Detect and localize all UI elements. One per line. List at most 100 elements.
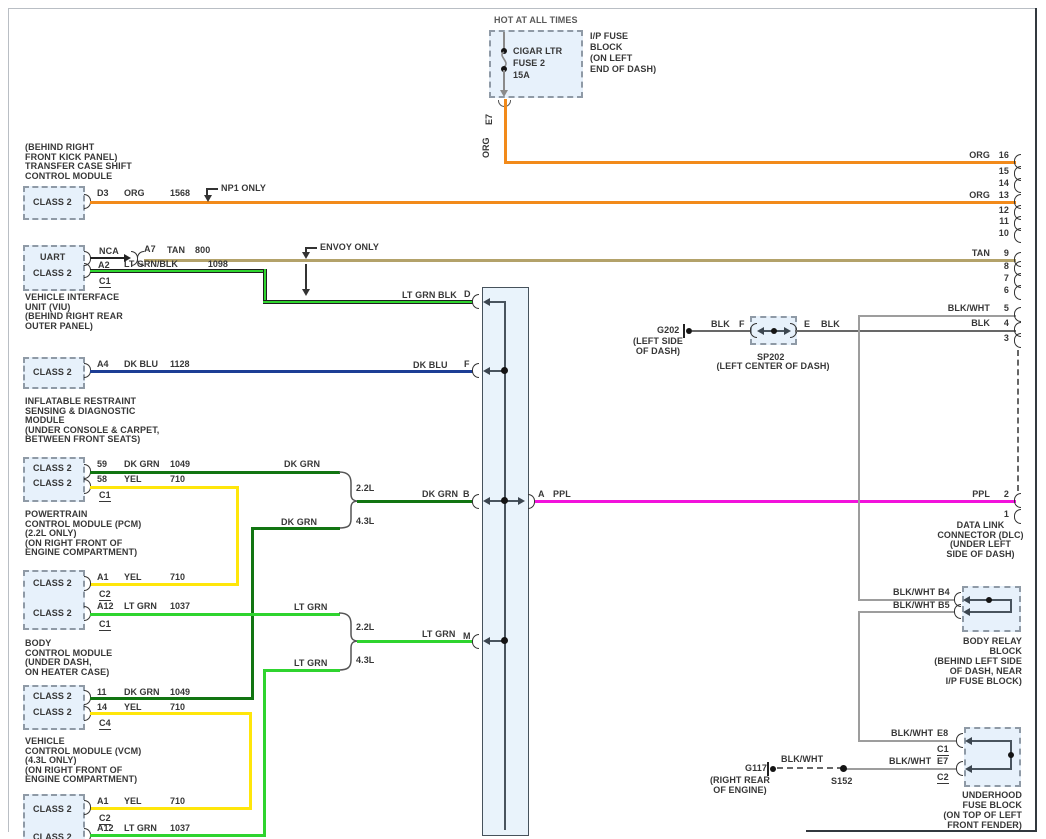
pcm-module-label: POWERTRAIN CONTROL MODULE (PCM) (2.2L ON… bbox=[25, 510, 141, 558]
envoy-flag-tick bbox=[305, 247, 317, 249]
dlc-pin-number: 1 bbox=[993, 509, 1009, 520]
dlc-pin-number: 15 bbox=[993, 166, 1009, 177]
variant-43l-label: 4.3L bbox=[356, 516, 374, 527]
np1-only-label: NP1 ONLY bbox=[221, 183, 266, 194]
uhfb-bracket bbox=[956, 761, 963, 776]
fuse-wire-color-label: ORG bbox=[481, 137, 492, 158]
brb-arrow-icon bbox=[963, 596, 970, 604]
bus-pin-m-label: M bbox=[463, 631, 471, 642]
bus-a-color-label: PPL bbox=[553, 489, 571, 500]
bus-pin-bracket bbox=[472, 634, 479, 649]
dlc-pin-bracket bbox=[1014, 333, 1021, 348]
pin-label: 58 bbox=[97, 474, 114, 485]
vcm-module-label: VEHICLE CONTROL MODULE (VCM) (4.3L ONLY)… bbox=[25, 737, 141, 785]
uhfb-internal-h1 bbox=[970, 740, 1012, 742]
transfer-case-pin-row: D3 ORG 1568 bbox=[97, 188, 190, 199]
envoy-flag-stem2 bbox=[305, 264, 307, 290]
wire-ppl-to-dlc2 bbox=[535, 500, 1016, 503]
bus-pin-bracket bbox=[472, 363, 479, 378]
g117-location-label: (RIGHT REAR OF ENGINE) bbox=[700, 776, 780, 795]
wire-yel-710-pcm-v bbox=[236, 486, 239, 586]
bus-pin-bracket bbox=[472, 494, 479, 509]
bcm-conn-c1-label: C1 bbox=[99, 619, 111, 631]
wire-ltgrn-43-h bbox=[263, 669, 340, 672]
bottom-class2-label-2: CLASS 2 bbox=[33, 832, 72, 839]
g202-location-label: (LEFT SIDE OF DASH) bbox=[622, 337, 694, 356]
pin-label: A4 bbox=[97, 359, 114, 370]
circuit-label: 1128 bbox=[170, 359, 190, 370]
variant-43l-label: 4.3L bbox=[356, 655, 374, 666]
np1-arrow-icon bbox=[204, 195, 212, 202]
wire-org-fuse-to-dlc16 bbox=[504, 161, 1016, 164]
wiring-diagram-page: HOT AT ALL TIMES CIGAR LTR FUSE 2 15A I/… bbox=[0, 0, 1046, 839]
dlc-pin-number: 14 bbox=[993, 178, 1009, 189]
tan-color-label: TAN bbox=[167, 245, 185, 256]
bus-pin-bracket bbox=[472, 294, 479, 309]
pin-label: A1 bbox=[97, 572, 114, 583]
uhfb-junction-dot bbox=[1008, 752, 1014, 758]
sp202-pin-f-label: F bbox=[739, 319, 745, 330]
bcm-pin-row-1: A1 YEL 710 bbox=[97, 572, 185, 583]
sp202-arrow-icon bbox=[784, 327, 791, 335]
viu-module-label: VEHICLE INTERFACE UNIT (VIU) (BEHIND RIG… bbox=[25, 293, 123, 331]
ltgrn-color-label: LT GRN bbox=[294, 658, 327, 669]
pin-label: A12 bbox=[97, 823, 114, 834]
blkwht-color-label: BLK/WHT bbox=[781, 754, 823, 765]
s152-splice-dot bbox=[840, 765, 847, 772]
wire-dkgrn-1049-pcm bbox=[90, 471, 340, 474]
blk-color-label: BLK bbox=[821, 319, 840, 330]
brb-pin-b5-label: B5 bbox=[938, 600, 950, 611]
viu-conn-c1-label: C1 bbox=[99, 276, 111, 288]
brb-junction-dot bbox=[986, 597, 992, 603]
wire-blkwht-e8 bbox=[858, 740, 956, 742]
wire-ltgrnblk-1098-h1 bbox=[90, 269, 267, 273]
variant-22l-label: 2.2L bbox=[356, 483, 374, 494]
dlc-pin-number: 13 bbox=[993, 190, 1009, 201]
viu-nca-label: NCA bbox=[99, 246, 119, 257]
g117-ground-dot bbox=[770, 766, 776, 772]
frame-bottom bbox=[806, 830, 1037, 832]
dlc-pin-number: 6 bbox=[993, 285, 1009, 296]
bus-arrow-icon bbox=[483, 367, 490, 375]
wire-ltgrn-1037-mod7 bbox=[90, 834, 266, 837]
bcm-class2-label-1: CLASS 2 bbox=[33, 578, 72, 589]
dkgrn-color-label: DK GRN bbox=[281, 517, 317, 528]
body-relay-block-box bbox=[962, 586, 1021, 632]
g117-label: G117 bbox=[745, 763, 767, 774]
vcm-class2-label-2: CLASS 2 bbox=[33, 707, 72, 718]
bcm-pin-row-2: A12 LT GRN 1037 bbox=[97, 601, 190, 612]
bus-pin-bracket bbox=[528, 494, 535, 509]
bus-internal-line bbox=[504, 301, 506, 830]
bus-pin-b-label: B bbox=[463, 489, 470, 500]
pcm-pin-row-1: 59 DK GRN 1049 bbox=[97, 459, 190, 470]
ip-fuse-block-location-label: I/P FUSE BLOCK (ON LEFT END OF DASH) bbox=[590, 31, 656, 75]
brb-arrow-icon bbox=[963, 608, 970, 616]
hot-at-all-times-label: HOT AT ALL TIMES bbox=[494, 15, 578, 26]
bus-b-color-label: DK GRN bbox=[422, 489, 458, 500]
blkwht-color-label: BLK/WHT bbox=[893, 587, 935, 598]
wire-org-1568 bbox=[90, 201, 1016, 204]
wire-ltgrnblk-1098-v bbox=[263, 269, 267, 303]
wire-yel-710-pcm-h bbox=[90, 486, 239, 489]
pcm-class2-label-2: CLASS 2 bbox=[33, 478, 72, 489]
wire-dkgrn-1049-vcm bbox=[90, 697, 254, 700]
bottom-class2-label-1: CLASS 2 bbox=[33, 804, 72, 815]
wire-dkgrn-to-bus-b bbox=[357, 500, 473, 503]
wire-yel-710-mod7-h bbox=[90, 807, 252, 810]
viu-uart-label: UART bbox=[40, 252, 65, 263]
connector-bracket bbox=[84, 576, 91, 591]
wire-color-label: YEL bbox=[124, 572, 160, 583]
dlc-pin-bracket bbox=[1014, 307, 1021, 322]
fuse-exit-arrow-icon bbox=[500, 90, 508, 97]
srs-class2-label: CLASS 2 bbox=[33, 367, 72, 378]
dlc-pin-number: 7 bbox=[993, 273, 1009, 284]
dlc-pin-number: 9 bbox=[993, 248, 1009, 259]
wire-yel-710-vcm-v bbox=[249, 712, 252, 810]
wire-yel-710-bcm-h bbox=[90, 583, 239, 586]
ltgrn-color-label: LT GRN bbox=[294, 602, 327, 613]
dlc-pin-bracket bbox=[1014, 285, 1021, 300]
fuse-lead-bottom bbox=[503, 70, 505, 92]
vcm-conn-c4-label: C4 bbox=[99, 718, 111, 730]
transfer-case-module-label: (BEHIND RIGHT FRONT KICK PANEL) TRANSFER… bbox=[25, 143, 132, 181]
srs-pin-row: A4 DK BLU 1128 bbox=[97, 359, 190, 370]
